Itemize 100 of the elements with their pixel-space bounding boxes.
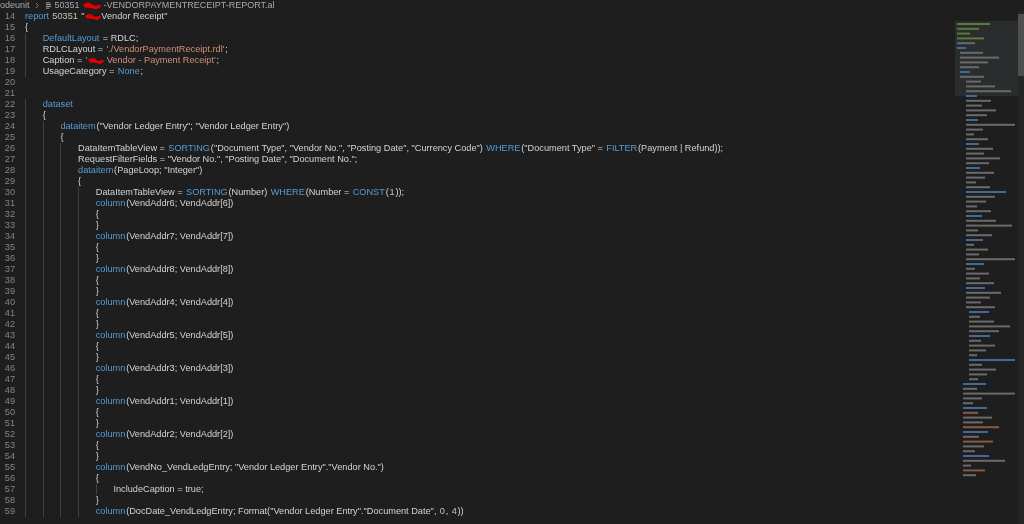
line-number: 51 [3,418,15,429]
code-token: column [95,396,126,407]
code-token: (VendAddr5; VendAddr[5]) [126,330,234,341]
line-number: 29 [3,176,15,187]
code-token: } [95,286,99,297]
code-token: column [95,264,126,275]
code-token: DefaultLayout [42,33,100,44]
code-token: RDLCLayout = [42,44,105,55]
code-token: } [95,220,99,231]
line-number: 32 [3,209,15,220]
line-number: 30 [3,187,15,198]
line-number: 25 [3,132,15,143]
code-token: DataItemTableView = [95,187,184,198]
line-number: 44 [3,341,15,352]
line-number: 22 [3,99,15,110]
code-token: column [95,506,126,517]
code-token: dataitem [78,165,114,176]
code-token: (VendAddr8; VendAddr[8]) [126,264,234,275]
code-token: ("Document Type", "Vendor No.", "Posting Date", "Currency Code") [210,143,484,154]
line-number: 36 [3,253,15,264]
line-number: 59 [3,506,15,517]
code-token: } [95,319,99,330]
code-token: 4 [451,506,457,517]
breadcrumb-file[interactable]: 50351 [54,0,80,11]
code-token: 50351 [51,11,78,22]
line-number: 39 [3,286,15,297]
code-token: (VendAddr2; VendAddr[2]) [126,429,234,440]
line-number: 38 [3,275,15,286]
code-token: { [42,110,46,121]
line-number: 45 [3,352,15,363]
line-number: 15 [3,22,15,33]
code-token: { [78,176,82,187]
code-token: IncludeCaption = true; [113,484,204,495]
line-number: 34 [3,231,15,242]
line-number: 37 [3,264,15,275]
line-number: 27 [3,154,15,165]
line-number: 28 [3,165,15,176]
code-token: dataitem [60,121,96,132]
code-token: SORTING [168,143,211,154]
code-token: { [95,242,99,253]
code-token: column [95,462,126,473]
code-token: ( [385,187,389,198]
code-token: (VendNo_VendLedgEntry; "Vendor Ledger Entry"."Vendor No.") [126,462,384,473]
code-token: Vendor Receipt" [101,11,168,22]
line-number: 52 [3,429,15,440]
code-token: UsageCategory = [42,66,116,77]
code-token: report [25,11,49,22]
line-number: 55 [3,462,15,473]
line-number: 58 [3,495,15,506]
code-token: { [95,374,99,385]
redaction-scribble [88,56,105,65]
code-token: (PageLoop; "Integer") [114,165,203,176]
code-token: DataItemTableView = [78,143,166,154]
line-number: 50 [3,407,15,418]
line-number: 46 [3,363,15,374]
code-token: " [80,11,85,22]
code-token: { [95,407,99,418]
breadcrumb-folder[interactable]: odeunit [0,0,30,11]
code-token: (Number) [228,187,269,198]
code-token: (VendAddr4; VendAddr[4]) [126,297,234,308]
code-token: (DocDate_VendLedgEntry; Format("Vendor Ledger Entry"."Document Date", [126,506,438,517]
line-number: 54 [3,451,15,462]
code-token: Caption = [42,55,84,66]
code-token: { [95,275,99,286]
scrollbar-thumb[interactable] [1018,14,1024,76]
code-token: ' [85,55,88,66]
code-token: 1 [389,187,395,198]
chevron-icon [34,2,40,9]
code-token: (VendAddr1; VendAddr[1]) [126,396,234,407]
code-token: WHERE [270,187,305,198]
code-token: } [95,495,99,506]
code-token: (VendAddr3; VendAddr[3]) [126,363,234,374]
code-token: { [95,341,99,352]
code-token: } [95,451,99,462]
line-number: 40 [3,297,15,308]
redaction-scribble [85,12,102,21]
code-token: (VendAddr6; VendAddr[6]) [126,198,234,209]
code-token: RequestFilterFields = "Vendor No.", "Posting Date", "Document No."; [78,154,358,165]
code-token: } [95,253,99,264]
code-token: , [445,506,450,517]
code-token: = RDLC; [101,33,139,44]
line-number: 48 [3,385,15,396]
code-token: ; [216,55,220,66]
code-token: 0 [439,506,445,517]
line-number: 56 [3,473,15,484]
line-number: 19 [3,66,15,77]
line-number: 20 [3,77,15,88]
code-token: { [95,473,99,484]
code-token: dataset [42,99,73,110]
line-number: 18 [3,55,15,66]
line-number: 35 [3,242,15,253]
code-token: column [95,231,126,242]
line-number: 42 [3,319,15,330]
breadcrumb-file[interactable]: -VENDORPAYMENTRECEIPT-REPORT.al [103,0,275,11]
line-number: 21 [3,88,15,99]
code-token: (Number = [305,187,351,198]
code-token: WHERE [486,143,521,154]
line-number: 57 [3,484,15,495]
code-token: )) [457,506,464,517]
file-icon [44,2,52,9]
